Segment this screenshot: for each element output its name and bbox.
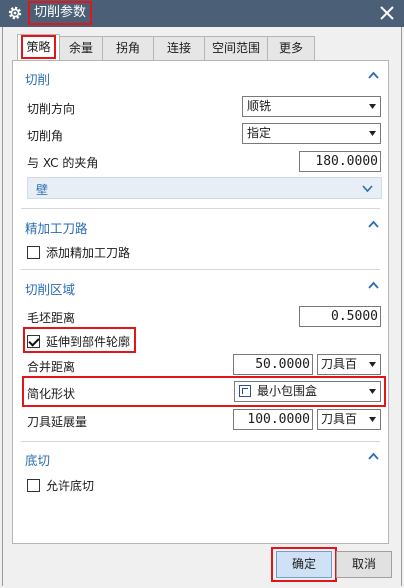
cut-direction-value: 顺铣 — [247, 99, 272, 113]
tool-extension-unit-select[interactable]: 刀具百 — [317, 409, 381, 430]
xc-angle-label: 与 XC 的夹角 — [27, 156, 99, 170]
merge-distance-unit: 刀具百 — [321, 357, 358, 371]
dropdown-arrow-icon — [369, 389, 376, 394]
checkbox-box[interactable] — [27, 478, 40, 492]
checkbox-box[interactable] — [27, 245, 40, 259]
strategy-panel: 切削 切削方向 顺铣 切削角 指定 与 XC 的夹角 180.0000 壁 精加… — [12, 60, 389, 544]
blank-distance-input[interactable]: 0.5000 — [299, 306, 381, 327]
merge-distance-label: 合并距离 — [27, 360, 76, 374]
cancel-button[interactable]: 取消 — [336, 551, 392, 578]
section-cut-title: 切削 — [25, 72, 51, 87]
checkbox-box[interactable] — [27, 334, 40, 348]
blank-distance-label: 毛坯距离 — [27, 311, 76, 325]
cut-direction-label: 切削方向 — [27, 102, 76, 116]
window-title: 切削参数 — [27, 1, 93, 25]
chevron-up-icon[interactable] — [368, 71, 379, 79]
tab-label: 策略 — [21, 35, 56, 59]
cut-angle-label: 切削角 — [27, 129, 64, 143]
section-region-header[interactable]: 切削区域 — [13, 276, 388, 297]
add-finish-pass-label: 添加精加工刀路 — [46, 245, 131, 260]
divider — [21, 269, 380, 270]
merge-distance-unit-select[interactable]: 刀具百 — [317, 354, 381, 375]
title-bar: 切削参数 — [0, 0, 404, 27]
cut-angle-select[interactable]: 指定 — [242, 123, 381, 144]
tab-bar: 策略 余量 拐角 连接 空间范围 更多 — [17, 34, 315, 60]
simplify-shape-label: 简化形状 — [27, 387, 76, 401]
tab-stock[interactable]: 余量 — [59, 36, 103, 60]
cut-angle-value: 指定 — [247, 126, 272, 140]
chevron-down-icon[interactable] — [362, 185, 373, 193]
section-region-title: 切削区域 — [25, 282, 76, 297]
tab-more[interactable]: 更多 — [267, 36, 315, 60]
chevron-up-icon[interactable] — [368, 452, 379, 460]
dropdown-arrow-icon — [369, 131, 376, 136]
gear-icon[interactable] — [6, 4, 24, 22]
tab-strategy[interactable]: 策略 — [17, 34, 60, 60]
tab-connections[interactable]: 连接 — [153, 36, 205, 60]
tab-corners[interactable]: 拐角 — [102, 36, 154, 60]
wall-label: 壁 — [36, 183, 49, 197]
section-cut-header[interactable]: 切削 — [13, 66, 388, 87]
wall-subsection[interactable]: 壁 — [27, 177, 382, 199]
allow-undercut-label: 允许底切 — [46, 478, 95, 493]
section-finish-title: 精加工刀路 — [25, 221, 88, 236]
allow-undercut-checkbox[interactable]: 允许底切 — [27, 476, 94, 494]
tool-extension-input[interactable]: 100.0000 — [233, 409, 313, 430]
merge-distance-input[interactable]: 50.0000 — [233, 354, 313, 375]
divider — [21, 441, 380, 442]
extend-to-part-label: 延伸到部件轮廓 — [46, 334, 131, 349]
bounding-box-icon — [239, 385, 251, 397]
extend-to-part-checkbox[interactable]: 延伸到部件轮廓 — [27, 332, 130, 350]
tool-extension-unit: 刀具百 — [321, 412, 358, 426]
ok-button[interactable]: 确定 — [276, 551, 332, 578]
add-finish-pass-checkbox[interactable]: 添加精加工刀路 — [27, 243, 130, 261]
section-undercut-title: 底切 — [25, 453, 51, 468]
dropdown-arrow-icon — [369, 104, 376, 109]
dropdown-arrow-icon — [369, 417, 376, 422]
cut-direction-select[interactable]: 顺铣 — [242, 96, 381, 117]
dialog-body: 策略 余量 拐角 连接 空间范围 更多 切削 切削方向 顺铣 切削角 指定 与 … — [2, 27, 402, 586]
section-undercut-header[interactable]: 底切 — [13, 447, 388, 468]
divider — [21, 208, 380, 209]
dropdown-arrow-icon — [369, 362, 376, 367]
xc-angle-input[interactable]: 180.0000 — [299, 151, 381, 172]
tab-space-range[interactable]: 空间范围 — [204, 36, 268, 60]
simplify-shape-select[interactable]: 最小包围盒 — [234, 381, 381, 402]
chevron-up-icon[interactable] — [368, 281, 379, 289]
simplify-shape-value: 最小包围盒 — [257, 384, 318, 398]
close-icon[interactable] — [379, 5, 395, 21]
chevron-up-icon[interactable] — [368, 220, 379, 228]
tool-extension-label: 刀具延展量 — [27, 415, 88, 429]
section-finish-header[interactable]: 精加工刀路 — [13, 215, 388, 236]
